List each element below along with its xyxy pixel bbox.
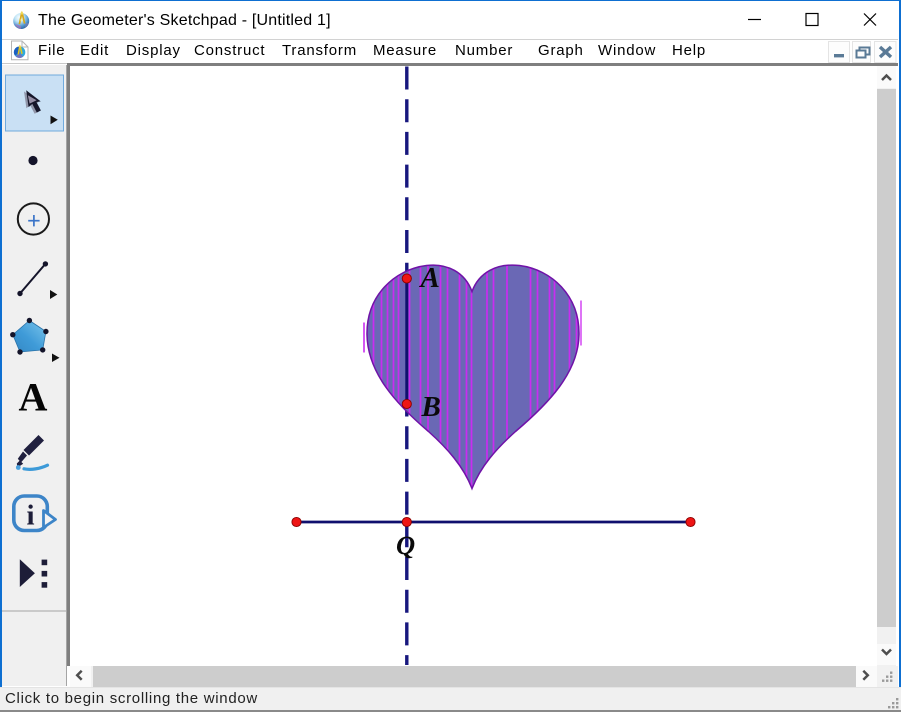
- svg-text:A: A: [418, 262, 439, 294]
- svg-text:B: B: [420, 391, 440, 423]
- svg-text:i: i: [26, 499, 34, 531]
- svg-text:Q: Q: [396, 530, 415, 560]
- svg-text:A: A: [19, 374, 48, 419]
